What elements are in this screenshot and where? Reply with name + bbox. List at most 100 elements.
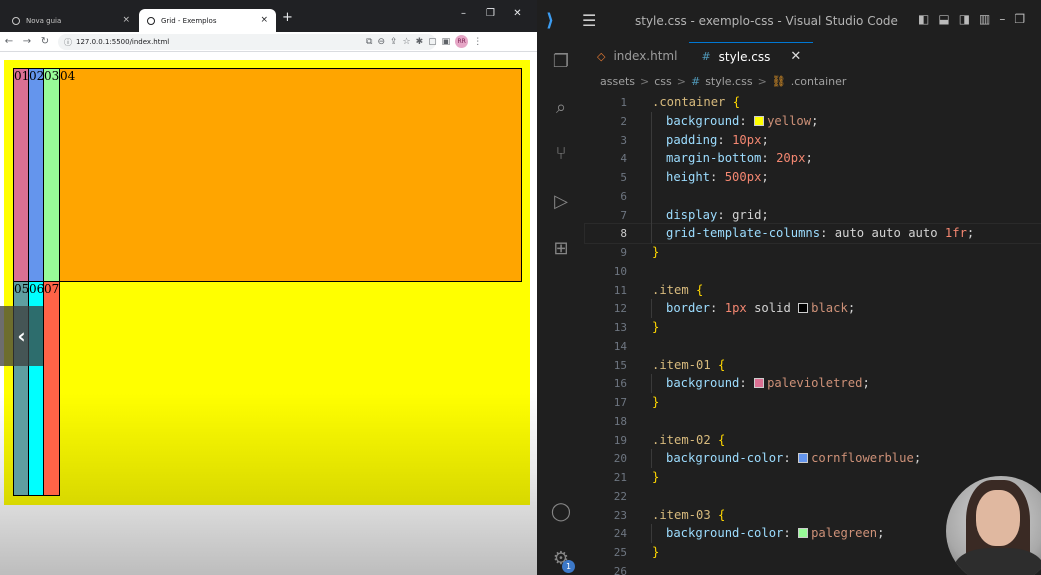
- tab-index-html[interactable]: ◇ index.html: [585, 42, 689, 70]
- notification-badge: 1: [562, 560, 575, 573]
- line-number: 25: [613, 546, 627, 559]
- explorer-icon[interactable]: ❐: [549, 50, 573, 74]
- tab-title: Nova guia: [26, 16, 62, 25]
- code-text: background: palevioletred;: [666, 376, 870, 391]
- customize-layout-icon[interactable]: ▥: [979, 12, 990, 26]
- run-debug-icon[interactable]: ▷: [549, 190, 573, 214]
- menu-dots-icon[interactable]: ⋮: [473, 37, 482, 47]
- accounts-icon[interactable]: ◯: [549, 500, 573, 524]
- code-line[interactable]: 15 .item-01 {: [585, 356, 1041, 375]
- grid-item-03: 03: [43, 68, 60, 282]
- menu-hamburger-icon[interactable]: ☰: [582, 11, 596, 30]
- line-number: 10: [613, 264, 627, 278]
- code-line[interactable]: 20 background-color: cornflowerblue;: [585, 449, 1041, 468]
- line-number: 17: [613, 396, 627, 409]
- code-text: }: [652, 245, 660, 259]
- site-info-icon[interactable]: ⓘ: [64, 37, 72, 48]
- breadcrumb-item[interactable]: assets: [600, 75, 635, 88]
- code-line[interactable]: 7 display: grid;: [585, 206, 1041, 225]
- browser-tab-grid-exemplos[interactable]: Grid - Exemplos ×: [139, 9, 276, 32]
- search-icon[interactable]: ⌕: [549, 96, 573, 120]
- color-swatch[interactable]: [798, 453, 809, 464]
- code-line[interactable]: 11 .item {: [585, 281, 1041, 300]
- code-line[interactable]: 16 background: palevioletred;: [585, 374, 1041, 393]
- back-button[interactable]: ←: [0, 36, 18, 47]
- css-file-icon: #: [690, 75, 701, 88]
- tab-style-css[interactable]: # style.css ✕: [689, 42, 814, 70]
- zoom-icon[interactable]: ⊖: [377, 37, 385, 47]
- code-line[interactable]: 9}: [585, 243, 1041, 262]
- code-line[interactable]: 1 .container {: [585, 93, 1041, 112]
- indent-guide: [651, 111, 652, 243]
- minimize-button[interactable]: –: [450, 8, 477, 19]
- reload-button[interactable]: ↻: [36, 36, 54, 47]
- vscode-titlebar: ⟩ ☰ style.css - exemplo-css - Visual Stu…: [537, 0, 1041, 42]
- new-tab-button[interactable]: +: [282, 11, 293, 24]
- browser-tab-nova-guia[interactable]: Nova guia ×: [4, 9, 138, 32]
- close-icon[interactable]: ×: [260, 16, 268, 25]
- breadcrumb: assets > css > # style.css > ⛓ .containe…: [600, 75, 846, 88]
- globe-icon: [12, 16, 20, 25]
- minimize-button[interactable]: –: [999, 12, 1005, 26]
- restore-button[interactable]: ❐: [1014, 12, 1025, 26]
- color-swatch[interactable]: [798, 303, 809, 314]
- profile-avatar[interactable]: RR: [455, 35, 469, 48]
- css-class-icon: ⛓: [771, 75, 786, 88]
- code-line[interactable]: 2 background: yellow;: [585, 112, 1041, 131]
- line-number: 3: [620, 133, 627, 147]
- breadcrumb-item[interactable]: style.css: [705, 75, 752, 88]
- reading-list-icon[interactable]: ▢: [428, 37, 437, 47]
- translate-icon[interactable]: ⧉: [366, 37, 372, 47]
- code-text: margin-bottom: 20px;: [666, 151, 813, 166]
- toggle-panel-icon[interactable]: ⬓: [938, 12, 949, 26]
- window-controls: – ❐ ✕: [450, 8, 531, 19]
- code-line[interactable]: 5 height: 500px;: [585, 168, 1041, 187]
- layout-controls: ◧ ⬓ ◨ ▥ – ❐: [918, 12, 1025, 26]
- close-icon[interactable]: ×: [122, 16, 130, 25]
- code-text: display: grid;: [666, 207, 769, 222]
- extensions-icon[interactable]: ✱: [416, 37, 424, 47]
- code-line[interactable]: 3 padding: 10px;: [585, 131, 1041, 150]
- maximize-button[interactable]: ❐: [477, 8, 504, 19]
- extensions-icon[interactable]: ⊞: [549, 237, 573, 261]
- line-number: 12: [613, 302, 627, 316]
- code-line[interactable]: 17}: [585, 393, 1041, 412]
- color-swatch[interactable]: [754, 378, 765, 389]
- line-number: 21: [613, 471, 627, 484]
- split-view-icon[interactable]: ▣: [442, 37, 451, 47]
- code-text: background: yellow;: [666, 113, 819, 128]
- toggle-secondary-sidebar-icon[interactable]: ◨: [959, 12, 970, 26]
- line-number: 23: [613, 508, 627, 522]
- grid-item-07: 07: [43, 281, 60, 496]
- code-line[interactable]: 8 grid-template-columns: auto auto auto 1…: [584, 223, 1041, 245]
- previous-arrow-button[interactable]: ‹: [0, 306, 43, 366]
- html-file-icon: ◇: [597, 49, 606, 63]
- color-swatch[interactable]: [754, 115, 765, 126]
- code-line[interactable]: 6: [585, 187, 1041, 206]
- source-control-icon[interactable]: ⑂: [549, 142, 573, 166]
- bookmark-star-icon[interactable]: ☆: [403, 37, 411, 47]
- code-line[interactable]: 14: [585, 337, 1041, 356]
- forward-button[interactable]: →: [18, 36, 36, 47]
- code-text: .item-01 {: [652, 357, 726, 372]
- close-window-button[interactable]: ✕: [504, 8, 531, 19]
- code-text: }: [652, 395, 660, 409]
- toggle-sidebar-icon[interactable]: ◧: [918, 12, 929, 26]
- breadcrumb-item[interactable]: css: [654, 75, 672, 88]
- line-number: 5: [620, 171, 627, 184]
- breadcrumb-item[interactable]: .container: [791, 75, 847, 88]
- color-swatch[interactable]: [798, 528, 809, 539]
- code-line[interactable]: 19 .item-02 {: [585, 431, 1041, 450]
- code-line[interactable]: 12 border: 1px solid black;: [585, 299, 1041, 318]
- chevron-right-icon: >: [676, 75, 686, 88]
- code-line[interactable]: 13}: [585, 318, 1041, 337]
- code-line[interactable]: 4 margin-bottom: 20px;: [585, 149, 1041, 168]
- close-icon[interactable]: ✕: [790, 49, 801, 64]
- code-line[interactable]: 18: [585, 412, 1041, 431]
- code-line[interactable]: 10: [585, 262, 1041, 281]
- window-title: style.css - exemplo-css - Visual Studio …: [635, 14, 898, 28]
- share-icon[interactable]: ⇪: [390, 37, 398, 47]
- vscode-logo-icon: ⟩: [546, 10, 555, 31]
- globe-icon: [147, 16, 155, 25]
- line-number: 4: [620, 152, 627, 166]
